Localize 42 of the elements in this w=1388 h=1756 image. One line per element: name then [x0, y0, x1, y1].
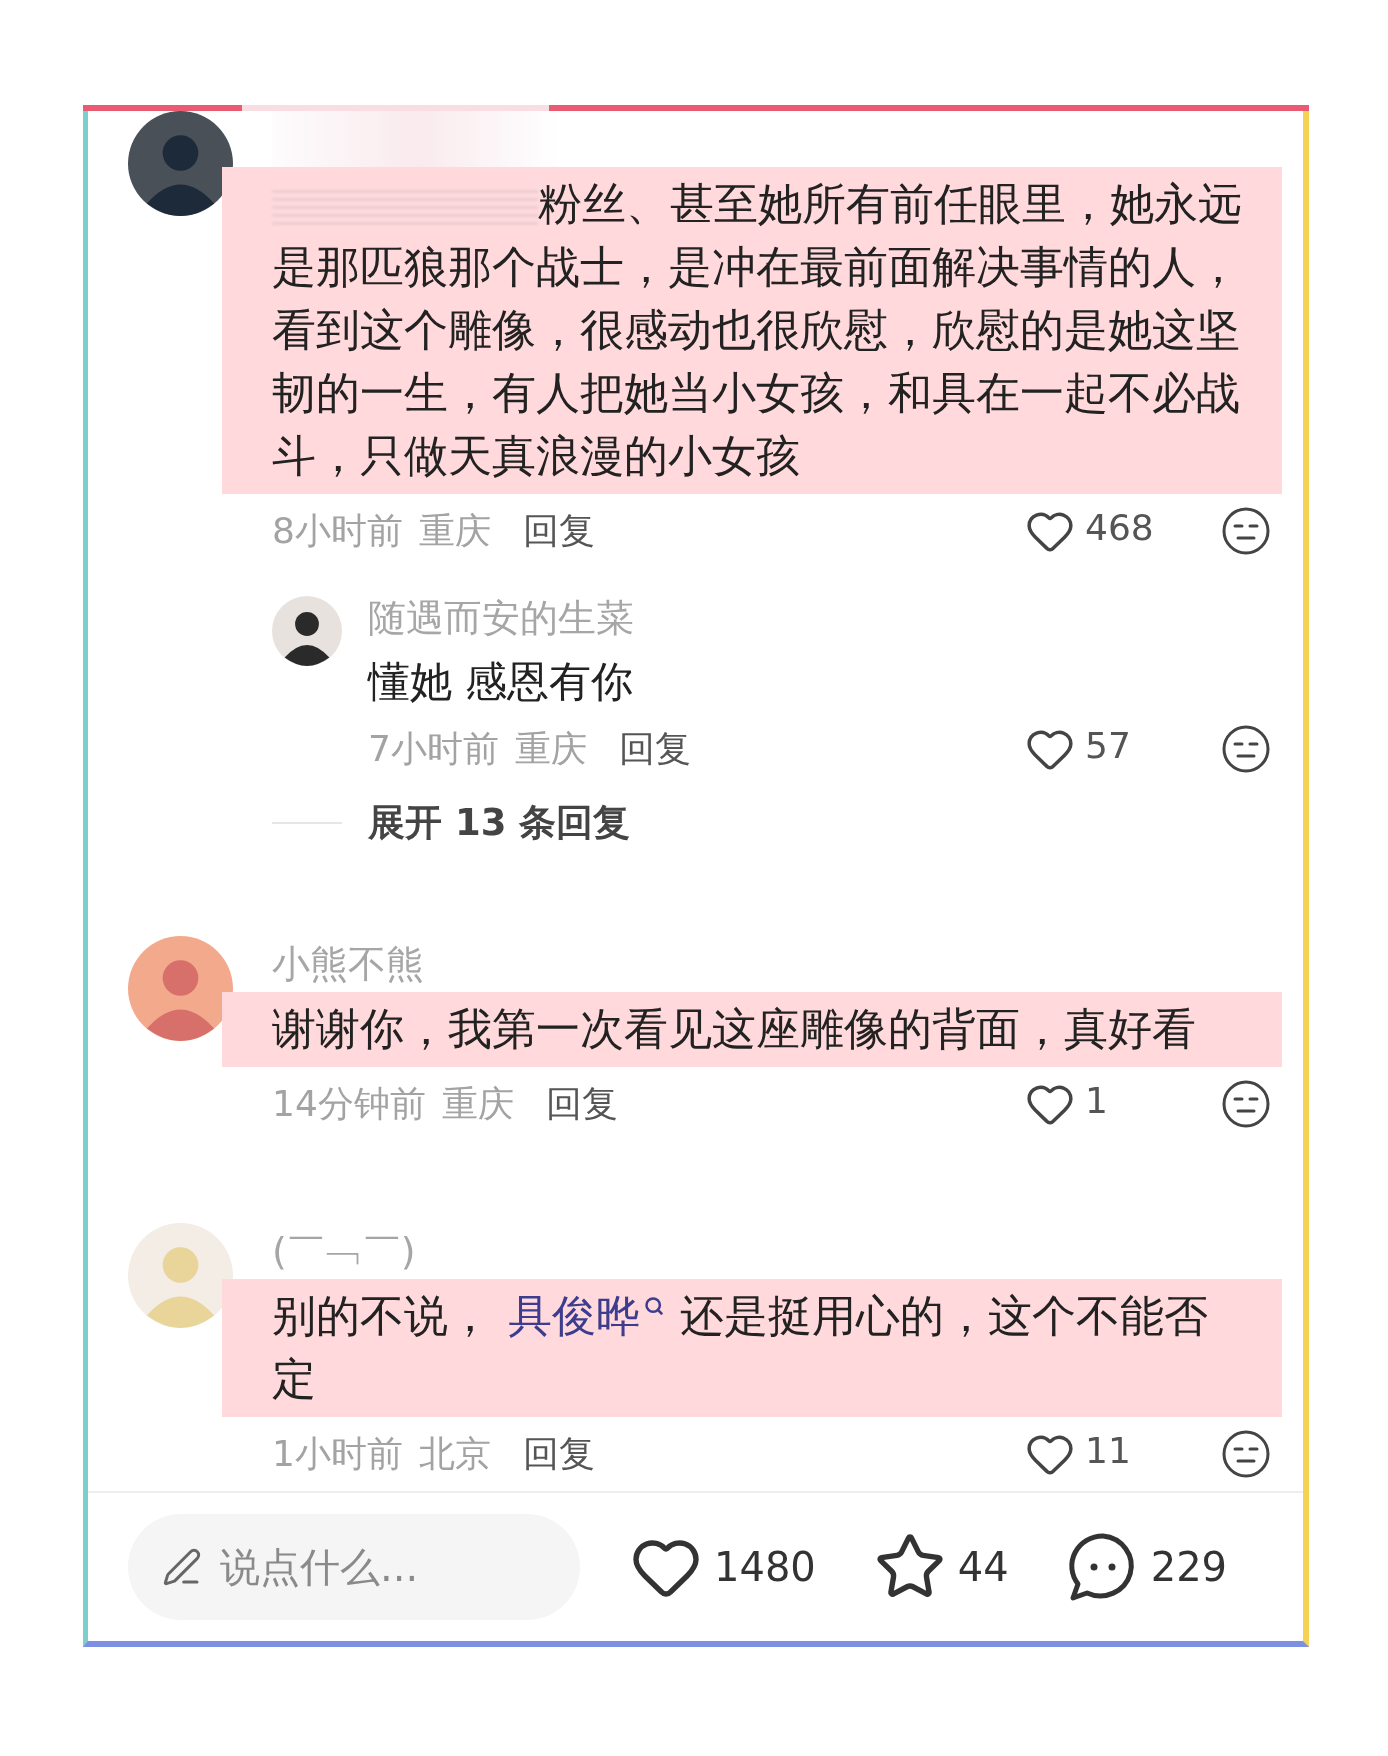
comment-field[interactable]: 说点什么...: [128, 1514, 580, 1620]
reply-button[interactable]: 回复: [545, 1079, 618, 1129]
reply-button[interactable]: 回复: [618, 724, 691, 774]
comment-location: 重庆: [514, 726, 587, 771]
search-icon: [644, 1295, 664, 1316]
dislike-button[interactable]: [1221, 1079, 1271, 1129]
expand-replies-button[interactable]: 展开 13 条回复: [368, 798, 631, 848]
favorite-button[interactable]: 44: [873, 1531, 1009, 1603]
comment-location: 北京: [418, 1431, 491, 1476]
dislike-button[interactable]: [1221, 506, 1271, 556]
like-button[interactable]: 57: [1025, 724, 1175, 774]
reply-author: 随遇而安的生菜: [368, 595, 635, 642]
like-button[interactable]: 1480: [630, 1531, 816, 1603]
pencil-icon: [162, 1547, 202, 1587]
reply-text: 懂她 感恩有你: [368, 656, 635, 708]
comment-author: 小熊不熊: [272, 941, 425, 988]
reply-button[interactable]: 回复: [522, 1429, 595, 1479]
dislike-button[interactable]: [1221, 724, 1271, 774]
comment-location: 重庆: [441, 1081, 514, 1126]
reply-button[interactable]: 回复: [522, 506, 595, 556]
like-button[interactable]: 1: [1025, 1079, 1175, 1129]
dislike-button[interactable]: [1221, 1429, 1271, 1479]
comment-time: 1小时前: [272, 1431, 403, 1476]
comment-time: 7小时前: [368, 726, 499, 771]
comment-time: 14分钟前: [272, 1081, 426, 1126]
comment-text: 别的不说， 具俊晔 还是挺用心的，这个不能否定: [222, 1279, 1282, 1417]
mention-link[interactable]: 具俊晔: [508, 1291, 664, 1341]
comment-time: 8小时前: [272, 508, 403, 553]
comment-author: (￣﹁￣): [272, 1228, 417, 1275]
like-button[interactable]: 468: [1025, 506, 1175, 556]
avatar[interactable]: [272, 596, 342, 666]
comment-input[interactable]: 说点什么...: [218, 1543, 542, 1591]
dislike-face-icon: [1221, 506, 1271, 556]
dislike-face-icon: [1221, 724, 1271, 774]
comment-button[interactable]: 229: [1066, 1531, 1228, 1603]
dislike-face-icon: [1221, 1079, 1271, 1129]
comment-location: 重庆: [418, 508, 491, 553]
like-button[interactable]: 11: [1025, 1429, 1175, 1479]
avatar[interactable]: [128, 111, 233, 216]
comment-text: 粉丝、甚至她所有前任眼里，她永远是那匹狼那个战士，是冲在最前面解决事情的人，看到这个雕像，很感动也很欣慰，欣慰的是她这坚韧的一生，有人把她当小女孩，和具在一起不必战斗，只做天真浪漫的小女孩: [222, 167, 1282, 494]
dislike-face-icon: [1221, 1429, 1271, 1479]
comment-text: 谢谢你，我第一次看见这座雕像的背面，真好看: [222, 992, 1282, 1067]
